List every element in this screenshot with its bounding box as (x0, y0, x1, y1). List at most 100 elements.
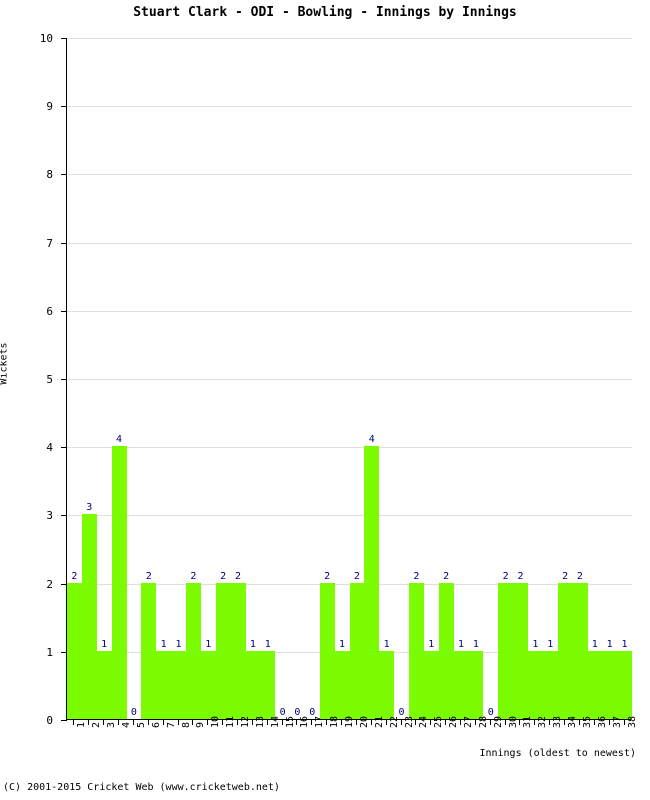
bar-value-label: 4 (368, 434, 375, 446)
bar-value-label: 2 (576, 570, 583, 582)
x-tick-label: 25 (433, 715, 445, 728)
y-tick-label: 2 (46, 577, 53, 591)
x-tick-mark (415, 720, 416, 725)
bar (245, 650, 261, 719)
bar (171, 650, 187, 719)
x-tick-mark (579, 720, 580, 725)
x-tick-mark (133, 720, 134, 725)
x-tick-mark (296, 720, 297, 725)
y-tick-label: 6 (46, 304, 53, 318)
x-tick-label: 29 (492, 715, 504, 728)
x-tick-label: 20 (358, 715, 370, 728)
bar (572, 582, 588, 719)
bar (96, 650, 112, 719)
x-tick-mark (118, 720, 119, 725)
x-tick-mark (252, 720, 253, 725)
x-tick-label: 17 (314, 715, 326, 728)
x-tick-label: 35 (581, 715, 593, 728)
bar-value-label: 2 (145, 570, 152, 582)
x-tick-label: 9 (195, 721, 207, 728)
bar (141, 582, 157, 719)
x-tick-mark (207, 720, 208, 725)
x-tick-mark (311, 720, 312, 725)
x-tick-mark (430, 720, 431, 725)
bar (81, 514, 97, 719)
bar (111, 446, 127, 719)
bar-value-label: 1 (472, 638, 479, 650)
bar-value-label: 3 (86, 502, 93, 514)
x-tick-label: 5 (135, 721, 147, 728)
x-tick-mark (326, 720, 327, 725)
x-tick-mark (222, 720, 223, 725)
x-tick-mark (282, 720, 283, 725)
x-tick-label: 8 (180, 721, 192, 728)
x-tick-label: 36 (596, 715, 608, 728)
bar (364, 446, 380, 719)
x-tick-mark (549, 720, 550, 725)
bar (215, 582, 231, 719)
footer-copyright: (C) 2001-2015 Cricket Web (www.cricketwe… (3, 782, 280, 793)
y-tick-label: 8 (46, 168, 53, 182)
x-tick-label: 10 (210, 715, 222, 728)
x-tick-label: 18 (329, 715, 341, 728)
bar (557, 582, 573, 719)
x-tick-label: 7 (165, 721, 177, 728)
x-tick-mark (609, 720, 610, 725)
x-tick-label: 30 (507, 715, 519, 728)
bar (230, 582, 246, 719)
bar (498, 582, 514, 719)
bar (156, 650, 172, 719)
bar (408, 582, 424, 719)
x-tick-label: 11 (225, 715, 237, 728)
y-tick-mark (61, 720, 67, 721)
bar-value-label: 2 (443, 570, 450, 582)
x-tick-mark (460, 720, 461, 725)
x-tick-label: 23 (403, 715, 415, 728)
x-tick-mark (564, 720, 565, 725)
x-tick-label: 19 (344, 715, 356, 728)
bar (438, 582, 454, 719)
bar-value-label: 1 (383, 638, 390, 650)
bar (200, 650, 216, 719)
y-tick-label: 9 (46, 100, 53, 114)
x-tick-label: 34 (567, 715, 579, 728)
y-tick-label: 0 (46, 714, 53, 727)
bar (542, 650, 558, 719)
bar (185, 582, 201, 719)
x-tick-label: 31 (522, 715, 534, 728)
x-tick-label: 38 (626, 715, 638, 728)
bar-value-label: 1 (621, 638, 628, 650)
x-tick-label: 6 (150, 721, 162, 728)
y-tick-label: 3 (46, 509, 53, 523)
y-tick-label: 10 (39, 32, 53, 45)
y-axis-title: Wickets (0, 342, 10, 385)
x-tick-mark (237, 720, 238, 725)
x-tick-mark (267, 720, 268, 725)
x-tick-label: 15 (284, 715, 296, 728)
x-tick-mark (505, 720, 506, 725)
x-tick-label: 37 (611, 715, 623, 728)
x-tick-label: 12 (239, 715, 251, 728)
x-tick-mark (103, 720, 104, 725)
x-tick-mark (88, 720, 89, 725)
x-tick-mark (356, 720, 357, 725)
x-tick-label: 27 (463, 715, 474, 728)
x-tick-mark (148, 720, 149, 725)
x-tick-label: 21 (373, 715, 385, 728)
x-tick-mark (624, 720, 625, 725)
x-tick-mark (594, 720, 595, 725)
x-tick-label: 13 (254, 715, 266, 728)
x-tick-mark (519, 720, 520, 725)
x-tick-label: 14 (269, 715, 281, 728)
x-tick-mark (178, 720, 179, 725)
x-axis-title: Innings (oldest to newest) (479, 748, 636, 759)
x-tick-mark (401, 720, 402, 725)
x-tick-mark (534, 720, 535, 725)
x-tick-label: 1 (76, 721, 88, 728)
x-tick-mark (163, 720, 164, 725)
x-tick-label: 26 (448, 715, 460, 728)
x-tick-label: 28 (477, 715, 489, 728)
bar (617, 650, 633, 719)
x-tick-mark (475, 720, 476, 725)
bar-value-label: 4 (116, 434, 123, 446)
